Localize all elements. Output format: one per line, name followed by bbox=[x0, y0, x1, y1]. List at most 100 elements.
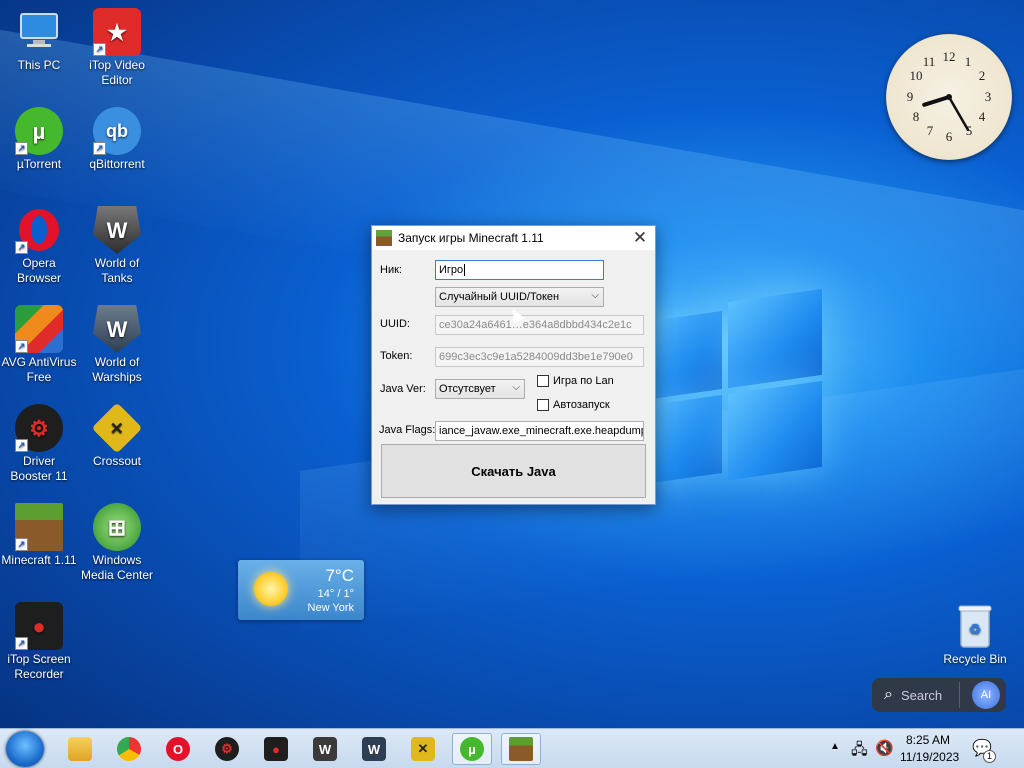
itop-video-editor-icon: ★ ↗ bbox=[93, 8, 141, 56]
java-ver-label: Java Ver: bbox=[380, 383, 426, 395]
minecraft-icon bbox=[376, 230, 392, 246]
notification-count-badge: 1 bbox=[983, 750, 996, 763]
weather-range: 14° / 1° bbox=[317, 588, 354, 600]
taskbar-utorrent[interactable]: µ bbox=[452, 733, 492, 765]
taskbar-chrome[interactable] bbox=[109, 733, 149, 765]
svg-text:6: 6 bbox=[946, 129, 953, 144]
opera-icon: O bbox=[166, 737, 190, 761]
taskbar-itop-screen-recorder[interactable]: ● bbox=[256, 733, 296, 765]
svg-text:1: 1 bbox=[965, 54, 972, 69]
desktop-icon-label: World of Tanks bbox=[94, 256, 140, 285]
svg-text:12: 12 bbox=[943, 49, 956, 64]
java-flags-label: Java Flags: bbox=[379, 424, 436, 436]
utorrent-icon: µ ↗ bbox=[15, 107, 63, 155]
file-explorer-icon bbox=[68, 737, 92, 761]
lan-checkbox[interactable]: Игра по Lan bbox=[537, 375, 614, 387]
start-button[interactable] bbox=[6, 731, 44, 767]
search-box[interactable]: ⌕ Search AI bbox=[872, 678, 1006, 712]
java-flags-input[interactable]: iance_javaw.exe_minecraft.exe.heapdump bbox=[435, 421, 644, 441]
desktop-icon-recycle-bin[interactable]: ♻ Recycle Bin bbox=[937, 602, 1013, 667]
dialog-titlebar[interactable]: Запуск игры Minecraft 1.11 ✕ bbox=[372, 226, 655, 250]
checkbox-box bbox=[537, 375, 549, 387]
shortcut-arrow-icon: ↗ bbox=[15, 142, 28, 155]
clock-date[interactable]: 11/19/2023 bbox=[900, 750, 959, 764]
lan-checkbox-label: Игра по Lan bbox=[553, 375, 614, 387]
crossout-icon: ✕ bbox=[411, 737, 435, 761]
svg-text:9: 9 bbox=[907, 89, 914, 104]
desktop-icon-label: Crossout bbox=[92, 454, 142, 468]
uuid-mode-select[interactable]: Случайный UUID/Токен ⌵ bbox=[435, 287, 604, 307]
driver-booster-icon: ⚙ ↗ bbox=[15, 404, 63, 452]
taskbar-minecraft[interactable] bbox=[501, 733, 541, 765]
chevron-down-icon: ⌵ bbox=[591, 290, 599, 301]
svg-text:10: 10 bbox=[910, 68, 923, 83]
autostart-checkbox-label: Автозапуск bbox=[553, 399, 610, 411]
svg-text:3: 3 bbox=[985, 89, 992, 104]
desktop-icon-crossout[interactable]: ✕ Crossout bbox=[79, 402, 155, 469]
desktop-icon-itop-screen-recorder[interactable]: ● ↗ iTop Screen Recorder bbox=[1, 602, 77, 682]
wot-icon: W bbox=[93, 206, 141, 254]
desktop-icon-itop-video-editor[interactable]: ★ ↗ iTop Video Editor bbox=[79, 8, 155, 88]
download-java-button[interactable]: Скачать Java bbox=[381, 444, 646, 498]
desktop-icon-minecraft[interactable]: ↗ Minecraft 1.11 bbox=[1, 503, 77, 568]
desktop-icon-world-of-warships[interactable]: W World of Warships bbox=[79, 305, 155, 385]
desktop-icon-label: Driver Booster 11 bbox=[10, 454, 68, 483]
chrome-icon bbox=[117, 737, 141, 761]
nick-label: Ник: bbox=[380, 264, 402, 276]
java-ver-select[interactable]: Отсутсвует ⌵ bbox=[435, 379, 525, 399]
tray-overflow-chevron-icon[interactable]: ▲ bbox=[830, 741, 840, 752]
desktop-icon-label: µTorrent bbox=[16, 157, 62, 171]
desktop-icon-label: This PC bbox=[17, 58, 61, 72]
clock-face-icon: 1212 345 678 91011 bbox=[907, 49, 992, 144]
uuid-mode-value: Случайный UUID/Токен bbox=[439, 291, 560, 303]
desktop-icon-driver-booster[interactable]: ⚙ ↗ Driver Booster 11 bbox=[1, 404, 77, 484]
search-placeholder: Search bbox=[900, 687, 943, 703]
taskbar-driver-booster[interactable]: ⚙ bbox=[207, 733, 247, 765]
taskbar-crossout[interactable]: ✕ bbox=[403, 733, 443, 765]
desktop-icon-this-pc[interactable]: This PC bbox=[1, 8, 77, 73]
desktop-icon-qbittorrent[interactable]: qb ↗ qBittorrent bbox=[79, 107, 155, 172]
taskbar-opera[interactable]: O bbox=[158, 733, 198, 765]
driver-booster-icon: ⚙ bbox=[215, 737, 239, 761]
taskbar-world-of-warships[interactable]: W bbox=[354, 733, 394, 765]
desktop-icon-windows-media-center[interactable]: ⊞ Windows Media Center bbox=[79, 503, 155, 583]
minecraft-icon: ↗ bbox=[15, 503, 63, 551]
weather-gadget[interactable]: 7°C 14° / 1° New York bbox=[238, 560, 364, 620]
wows-icon: W bbox=[93, 305, 141, 353]
svg-text:7: 7 bbox=[927, 123, 934, 138]
taskbar-world-of-tanks[interactable]: W bbox=[305, 733, 345, 765]
clock-gadget[interactable]: 1212 345 678 91011 bbox=[886, 34, 1012, 160]
search-separator bbox=[959, 682, 960, 708]
close-button[interactable]: ✕ bbox=[625, 228, 655, 248]
svg-text:♻: ♻ bbox=[969, 621, 982, 637]
autostart-checkbox[interactable]: Автозапуск bbox=[537, 399, 610, 411]
volume-muted-icon[interactable]: 🔇 bbox=[875, 739, 894, 757]
shortcut-arrow-icon: ↗ bbox=[15, 439, 28, 452]
taskbar-file-explorer[interactable] bbox=[60, 733, 100, 765]
shortcut-arrow-icon: ↗ bbox=[15, 340, 28, 353]
recycle-bin-icon: ♻ bbox=[951, 602, 999, 650]
itop-screen-recorder-icon: ● bbox=[264, 737, 288, 761]
clock-time[interactable]: 8:25 AM bbox=[906, 733, 950, 747]
network-icon[interactable]: 🖧 bbox=[851, 739, 868, 764]
uuid-field[interactable]: ce30a24a6461…e364a8dbbd434c2e1c bbox=[435, 315, 644, 335]
desktop-icon-avg[interactable]: ↗ AVG AntiVirus Free bbox=[1, 305, 77, 385]
svg-text:11: 11 bbox=[923, 54, 936, 69]
desktop-icon-world-of-tanks[interactable]: W World of Tanks bbox=[79, 206, 155, 286]
nick-input[interactable]: Игро bbox=[435, 260, 604, 280]
desktop-icon-opera[interactable]: ↗ Opera Browser bbox=[1, 206, 77, 286]
wot-icon: W bbox=[313, 737, 337, 761]
minecraft-icon bbox=[509, 737, 533, 761]
desktop-icon-label: qBittorrent bbox=[89, 157, 145, 171]
taskbar: O ⚙ ● W W ✕ µ ▲ 🖧 🔇 8:25 AM 11/19/2023 💬… bbox=[0, 728, 1024, 768]
wows-icon: W bbox=[362, 737, 386, 761]
ai-assistant-button[interactable]: AI bbox=[972, 681, 1000, 709]
crossout-icon: ✕ bbox=[91, 402, 143, 454]
svg-text:8: 8 bbox=[913, 109, 920, 124]
desktop-icon-label: AVG AntiVirus Free bbox=[1, 355, 77, 384]
desktop-icon-utorrent[interactable]: µ ↗ µTorrent bbox=[1, 107, 77, 172]
weather-temperature: 7°C bbox=[325, 566, 354, 585]
itop-screen-recorder-icon: ● ↗ bbox=[15, 602, 63, 650]
desktop-icon-label: World of Warships bbox=[92, 355, 142, 384]
token-field[interactable]: 699c3ec3c9e1a5284009dd3be1e790e0 bbox=[435, 347, 644, 367]
